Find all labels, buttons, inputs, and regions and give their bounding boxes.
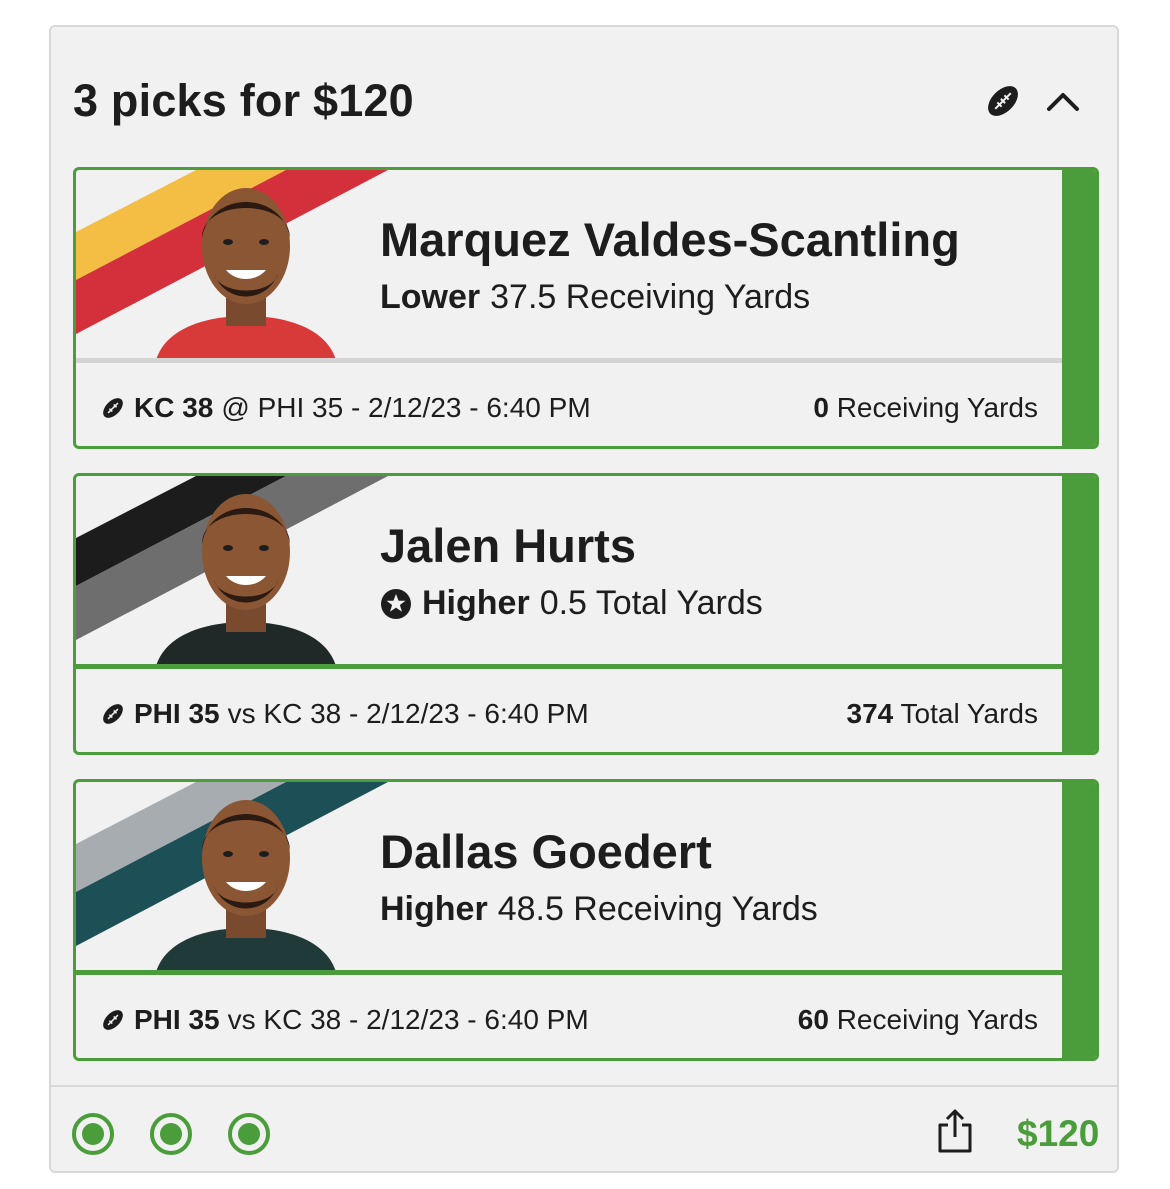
game-info: PHI 35 vs KC 38 - 2/12/23 - 6:40 PM bbox=[100, 698, 589, 730]
player-name: Jalen Hurts bbox=[380, 519, 636, 572]
result-stat: 374 Total Yards bbox=[847, 698, 1038, 730]
win-status-bar bbox=[1062, 476, 1096, 752]
pick-header: Marquez Valdes-Scantling Lower 37.5 Rece… bbox=[76, 170, 1064, 360]
football-icon bbox=[103, 398, 123, 418]
player-headshot bbox=[156, 188, 336, 360]
pick-divider bbox=[76, 358, 1064, 363]
pick-line: Lower 37.5 Receiving Yards bbox=[380, 278, 810, 317]
result-stat-label: Receiving Yards bbox=[836, 1004, 1038, 1035]
pick-card[interactable]: Marquez Valdes-Scantling Lower 37.5 Rece… bbox=[73, 167, 1099, 449]
team-score: KC 38 bbox=[134, 392, 214, 423]
result-value: 374 bbox=[846, 698, 894, 729]
entry-card: 3 picks for $120 Marquez Valdes-Scantlin… bbox=[49, 25, 1119, 1173]
pick-line: Higher 0.5 Total Yards bbox=[380, 584, 763, 623]
matchup-details: vs KC 38 - 2/12/23 - 6:40 PM bbox=[227, 1004, 589, 1035]
matchup-details: vs KC 38 - 2/12/23 - 6:40 PM bbox=[227, 698, 589, 729]
game-info: KC 38 @ PHI 35 - 2/12/23 - 6:40 PM bbox=[100, 392, 591, 424]
football-icon bbox=[988, 86, 1018, 116]
result-stat: 0 Receiving Yards bbox=[813, 392, 1038, 424]
footer-divider bbox=[51, 1085, 1117, 1087]
pick-header: Jalen Hurts Higher 0.5 Total Yards bbox=[76, 476, 1064, 666]
status-dot-icon[interactable] bbox=[149, 1112, 193, 1156]
share-icon[interactable] bbox=[935, 1107, 975, 1155]
status-dot-icon[interactable] bbox=[227, 1112, 271, 1156]
player-name: Dallas Goedert bbox=[380, 825, 712, 878]
pick-line-value: 37.5 Receiving Yards bbox=[490, 278, 811, 316]
result-stat-label: Receiving Yards bbox=[836, 392, 1038, 423]
star-badge-icon bbox=[381, 588, 411, 619]
football-icon bbox=[103, 1010, 123, 1030]
football-icon bbox=[103, 704, 123, 724]
result-value: 60 bbox=[797, 1004, 829, 1035]
player-name: Marquez Valdes-Scantling bbox=[380, 213, 960, 266]
pick-direction: Lower bbox=[380, 278, 481, 316]
game-info: PHI 35 vs KC 38 - 2/12/23 - 6:40 PM bbox=[100, 1004, 589, 1036]
win-status-bar bbox=[1062, 170, 1096, 446]
win-status-bar bbox=[1062, 782, 1096, 1058]
team-score: PHI 35 bbox=[134, 1004, 220, 1035]
player-headshot bbox=[156, 800, 336, 972]
player-headshot bbox=[156, 494, 336, 666]
result-stat-label: Total Yards bbox=[900, 698, 1038, 729]
pick-card[interactable]: Dallas Goedert Higher 48.5 Receiving Yar… bbox=[73, 779, 1099, 1061]
result-value: 0 bbox=[813, 392, 829, 423]
chevron-up-icon[interactable] bbox=[1045, 85, 1081, 117]
pick-direction: Higher bbox=[422, 584, 530, 622]
pick-line-value: 0.5 Total Yards bbox=[539, 584, 763, 622]
result-stat: 60 Receiving Yards bbox=[798, 1004, 1038, 1036]
pick-line: Higher 48.5 Receiving Yards bbox=[380, 890, 818, 929]
pick-header: Dallas Goedert Higher 48.5 Receiving Yar… bbox=[76, 782, 1064, 972]
pick-card[interactable]: Jalen Hurts Higher 0.5 Total Yards PHI 3… bbox=[73, 473, 1099, 755]
pick-direction: Higher bbox=[380, 890, 488, 928]
pick-line-value: 48.5 Receiving Yards bbox=[497, 890, 818, 928]
pick-divider bbox=[76, 664, 1064, 669]
matchup-details: @ PHI 35 - 2/12/23 - 6:40 PM bbox=[221, 392, 591, 423]
entry-title: 3 picks for $120 bbox=[73, 75, 414, 126]
payout-amount: $120 bbox=[1017, 1113, 1100, 1154]
status-dot-icon[interactable] bbox=[71, 1112, 115, 1156]
team-score: PHI 35 bbox=[134, 698, 220, 729]
pick-divider bbox=[76, 970, 1064, 975]
